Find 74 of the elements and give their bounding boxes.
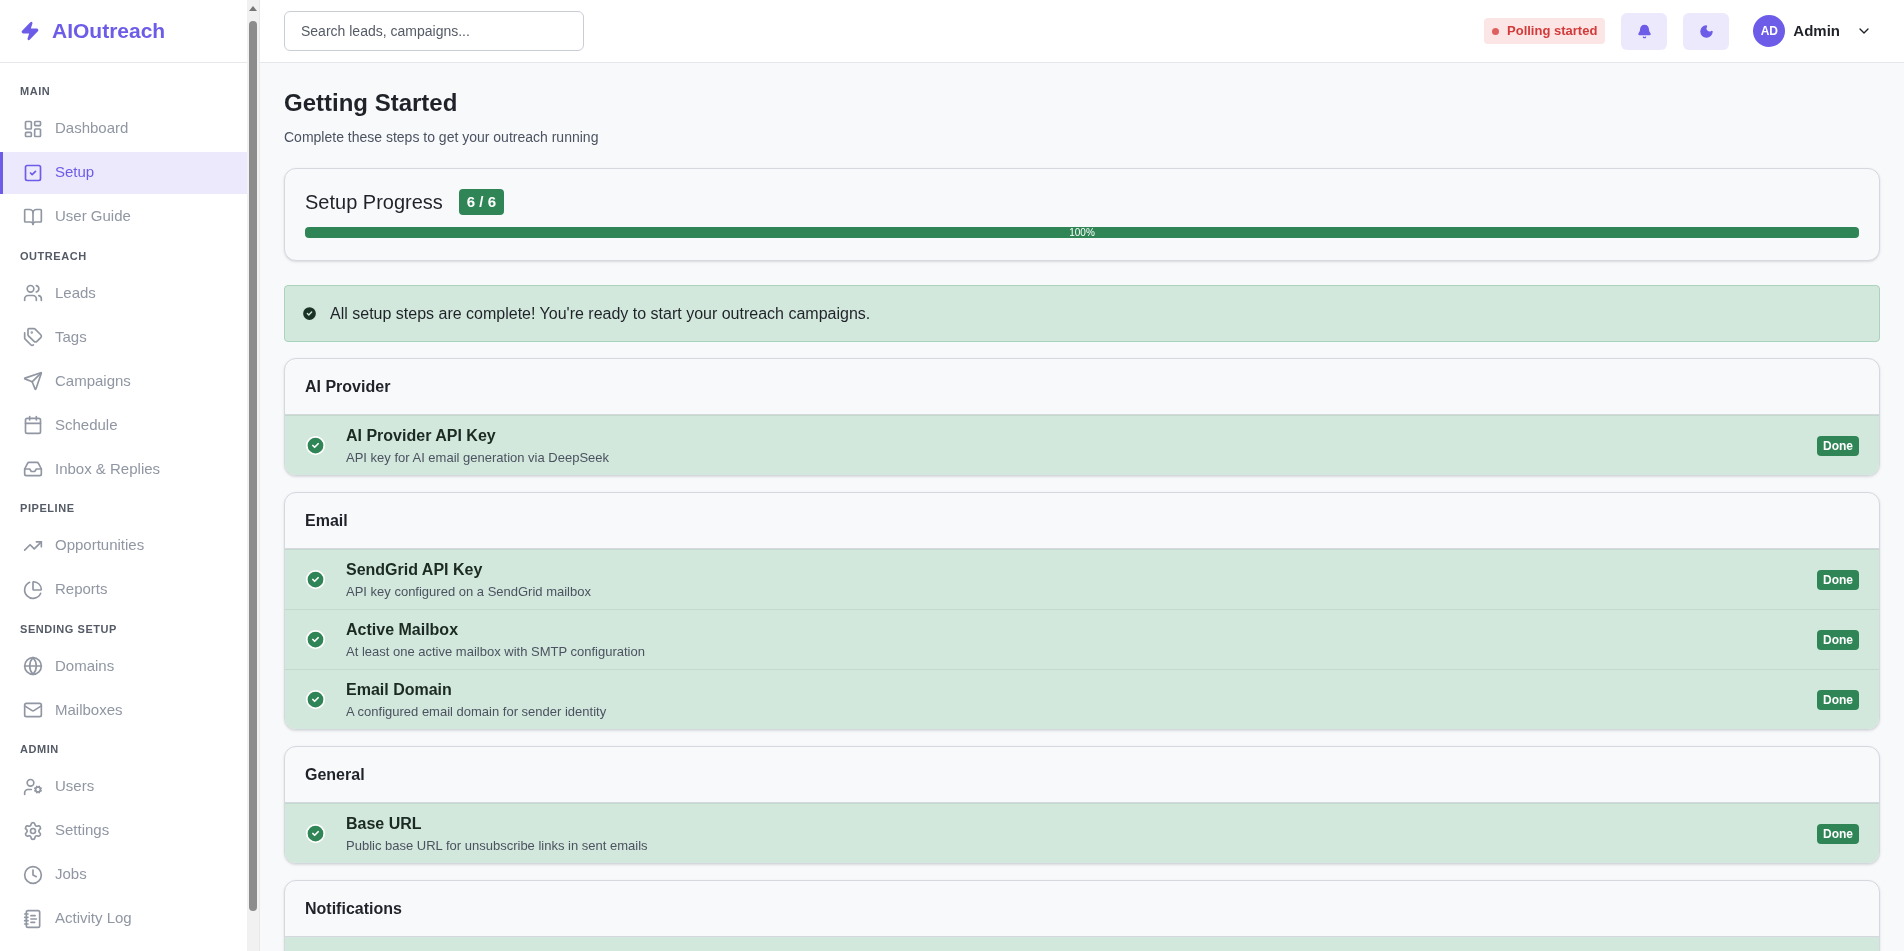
sidebar-item[interactable]: Domains [0, 645, 247, 687]
sidebar-item[interactable]: User Guide [0, 195, 247, 238]
sidebar-item[interactable]: Setup [0, 151, 247, 194]
page-subtitle: Complete these steps to get your outreach running [284, 128, 600, 147]
check-circle-icon [305, 569, 326, 590]
check-circle-icon [305, 823, 326, 844]
progress-fill: 100% [305, 227, 1859, 238]
sidebar-item[interactable]: Leads [0, 272, 247, 314]
book-icon [23, 206, 43, 227]
status-badge: Done [1817, 823, 1859, 844]
envelope-icon [23, 700, 43, 720]
inbox-icon [23, 459, 43, 479]
dashboard-icon [23, 118, 43, 139]
pie-chart-icon [23, 579, 43, 600]
sidebar-section-title: SENDING SETUP [19, 621, 118, 637]
sidebar-section-title: PIPELINE [19, 501, 76, 516]
step-title: Active Mailbox [346, 619, 460, 640]
step-description: API key for AI email generation via DeepSeek [346, 448, 611, 467]
checkbox-icon [23, 162, 43, 183]
progress-count: 6 / 6 [458, 188, 505, 216]
theme-toggle-button[interactable] [1683, 12, 1730, 50]
sidebar-item[interactable]: Campaigns [0, 360, 247, 402]
status-badge: Done [1817, 569, 1859, 590]
step-title: SendGrid API Key [346, 559, 484, 580]
step-description: API key configured on a SendGrid mailbox [346, 582, 592, 601]
settings-icon [23, 820, 43, 841]
sidebar-item[interactable]: Reports [0, 568, 247, 611]
sidebar-section-title: MAIN [19, 84, 52, 99]
step-title: Email Domain [346, 679, 453, 700]
calendar-icon [23, 415, 43, 435]
user-gear-icon [23, 776, 43, 797]
sidebar-item[interactable]: Schedule [0, 404, 247, 446]
sidebar-item[interactable]: Jobs [0, 853, 247, 896]
avatar: AD [1753, 15, 1786, 47]
success-alert: All setup steps are complete! You're ready to start your outreach campaigns. [284, 285, 1880, 342]
status-badge: Polling started [1484, 18, 1606, 44]
status-badge: Done [1817, 629, 1859, 650]
sidebar-item[interactable]: Opportunities [0, 524, 247, 567]
check-circle-icon [305, 629, 326, 650]
page-title: Getting Started [284, 88, 459, 118]
sidebar-section-title: ADMIN [19, 742, 60, 757]
sidebar-item[interactable]: Settings [0, 809, 247, 852]
brand-name: AIOutreach [52, 18, 166, 45]
user-menu[interactable]: AD Admin [1753, 15, 1872, 47]
scrollbar[interactable] [247, 0, 259, 951]
clock-icon [23, 864, 43, 885]
check-circle-icon [305, 435, 326, 456]
step-description: Public base URL for unsubscribe links in sent emails [346, 836, 649, 855]
step-title: AI Provider API Key [346, 425, 497, 446]
sidebar-item[interactable]: Dashboard [0, 107, 247, 150]
step-title: Base URL [346, 813, 423, 834]
sidebar-item[interactable]: Activity Log [0, 897, 247, 940]
check-circle-icon [305, 689, 326, 710]
sidebar-item[interactable]: Users [0, 765, 247, 808]
search-field[interactable]: Search leads, campaigns... [284, 11, 584, 51]
notebook-icon [23, 908, 43, 929]
tag-icon [23, 327, 43, 347]
progress-title: Setup Progress [305, 190, 443, 215]
step-description: A configured email domain for sender identity [346, 702, 608, 721]
status-badge: Done [1817, 689, 1859, 710]
moon-icon [1698, 23, 1714, 39]
status-badge: Done [1817, 435, 1859, 456]
bolt-icon [20, 21, 40, 41]
sidebar-item[interactable]: Mailboxes [0, 689, 247, 731]
paper-plane-icon [23, 371, 43, 391]
sidebar-item[interactable]: Tags [0, 316, 247, 358]
globe-icon [23, 656, 43, 676]
check-circle-icon [301, 305, 318, 322]
bell-icon [1636, 23, 1652, 39]
step-description: At least one active mailbox with SMTP configuration [346, 642, 646, 661]
users-icon [23, 283, 43, 303]
notifications-button[interactable] [1621, 12, 1668, 50]
sidebar-section-title: OUTREACH [19, 248, 88, 264]
sidebar-item[interactable]: Inbox & Replies [0, 448, 247, 490]
